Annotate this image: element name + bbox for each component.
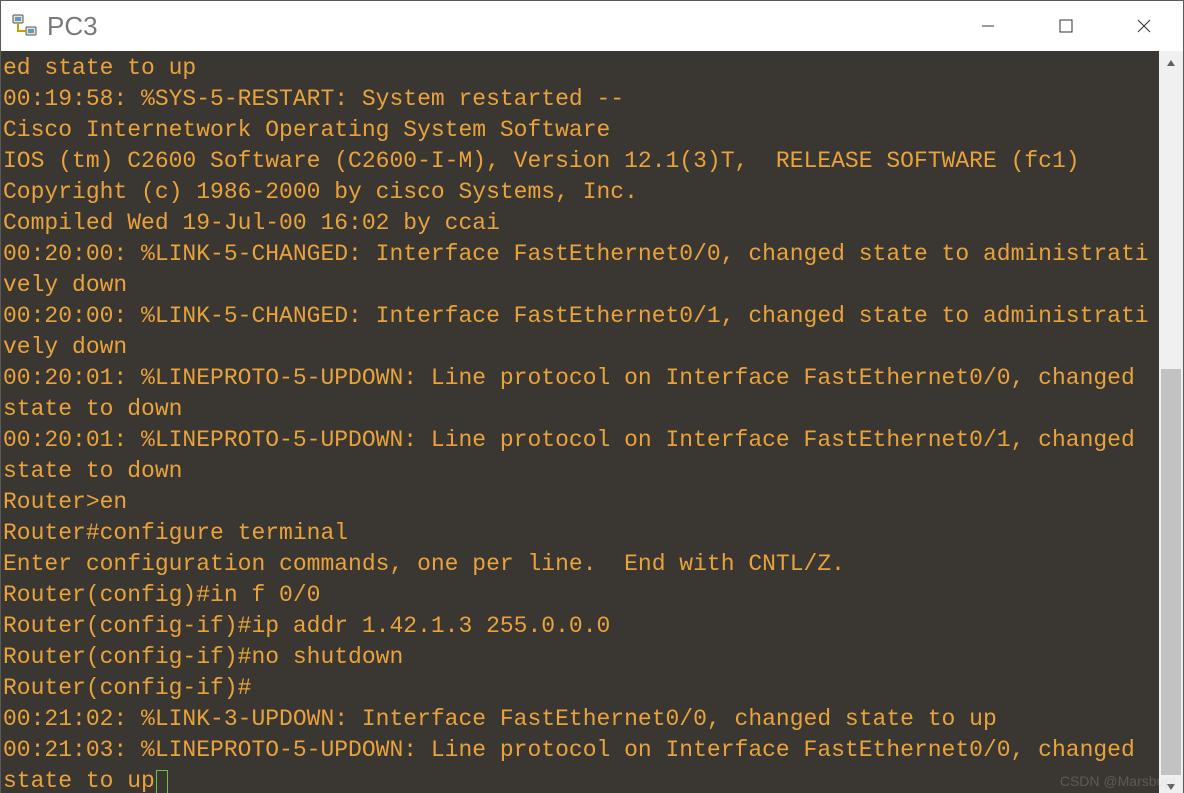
scrollbar-down-arrow[interactable] — [1159, 775, 1183, 793]
close-button[interactable] — [1105, 1, 1183, 51]
terminal-output[interactable]: ed state to up 00:19:58: %SYS-5-RESTART:… — [1, 51, 1159, 793]
maximize-button[interactable] — [1027, 1, 1105, 51]
terminal-cursor — [156, 770, 168, 793]
scrollbar-up-arrow[interactable] — [1159, 51, 1183, 75]
scrollbar-thumb[interactable] — [1161, 369, 1181, 775]
window-title: PC3 — [47, 11, 98, 42]
vertical-scrollbar[interactable] — [1159, 51, 1183, 793]
window-frame: PC3 ed state to up 00:19:58: %SYS-5-REST… — [0, 0, 1184, 793]
minimize-button[interactable] — [949, 1, 1027, 51]
titlebar[interactable]: PC3 — [1, 1, 1183, 51]
client-area: ed state to up 00:19:58: %SYS-5-RESTART:… — [1, 51, 1183, 793]
scrollbar-track[interactable] — [1159, 75, 1183, 775]
window-controls — [949, 1, 1183, 51]
app-icon — [11, 12, 39, 40]
